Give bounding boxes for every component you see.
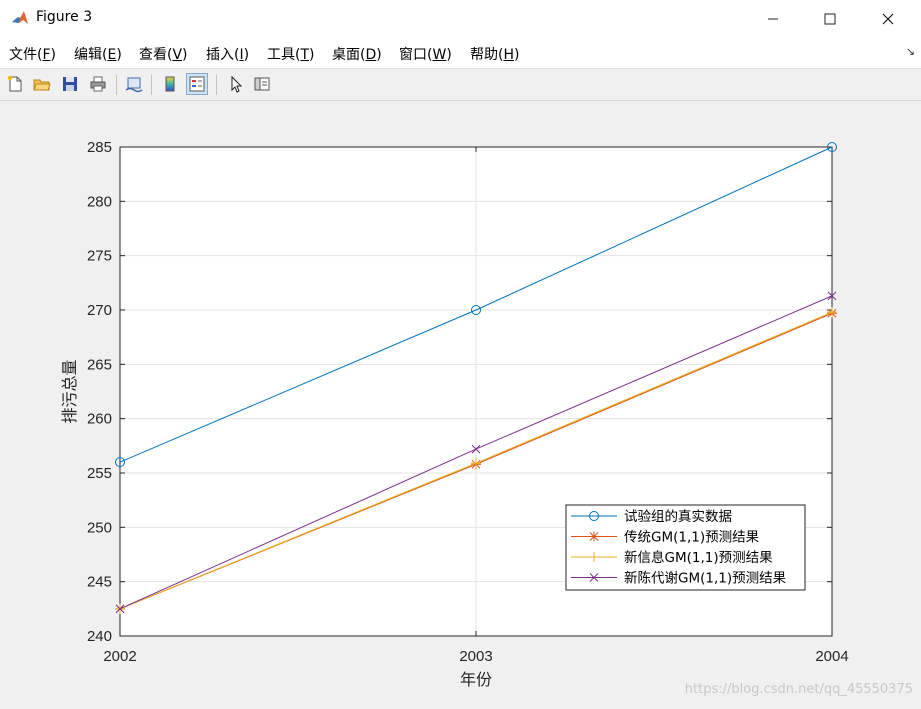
print-icon	[90, 76, 106, 92]
toolbar-separator	[151, 75, 152, 95]
maximize-button[interactable]	[807, 0, 853, 37]
legend-label: 新陈代谢GM(1,1)预测结果	[624, 570, 787, 587]
y-tick-label: 250	[87, 519, 112, 536]
legend-label: 传统GM(1,1)预测结果	[624, 530, 760, 546]
menu-edit[interactable]: 编辑(E)	[74, 44, 122, 64]
menu-bar: 文件(F) 编辑(E) 查看(V) 插入(I) 工具(T) 桌面(D) 窗口(W…	[0, 37, 921, 68]
link-plot-button[interactable]	[123, 73, 145, 95]
minimize-icon	[768, 18, 778, 19]
menu-tools[interactable]: 工具(T)	[267, 44, 315, 64]
toolbar-separator	[216, 75, 217, 95]
title-bar: Figure 3	[0, 0, 921, 37]
minimize-button[interactable]	[750, 0, 796, 37]
link-plot-icon	[125, 77, 143, 93]
y-tick-label: 275	[87, 248, 112, 265]
y-tick-label: 280	[87, 193, 112, 210]
insert-colorbar-icon	[165, 76, 175, 92]
watermark: https://blog.csdn.net/qq_45550375	[684, 682, 913, 697]
insert-colorbar-button[interactable]	[159, 73, 181, 95]
open-file-icon	[33, 79, 51, 91]
insert-legend-button[interactable]	[186, 73, 208, 95]
close-button[interactable]	[865, 0, 911, 37]
menu-view[interactable]: 查看(V)	[139, 44, 188, 64]
print-button[interactable]	[87, 73, 109, 95]
open-file-button[interactable]	[31, 73, 53, 95]
matlab-logo-icon	[11, 9, 29, 27]
new-figure-button[interactable]	[4, 73, 26, 95]
y-axis-label: 排污总量	[60, 359, 79, 423]
property-inspector-icon	[254, 77, 270, 91]
menu-insert[interactable]: 插入(I)	[206, 44, 249, 64]
y-tick-label: 270	[87, 302, 112, 319]
x-tick-label: 2004	[815, 648, 848, 665]
menu-desktop[interactable]: 桌面(D)	[332, 44, 382, 64]
edit-plot-arrow-icon	[231, 75, 243, 93]
menu-window[interactable]: 窗口(W)	[399, 44, 452, 64]
toolbar-separator	[116, 75, 117, 95]
legend-label: 试验组的真实数据	[624, 509, 732, 525]
figure-area: 240 245 250 255 260 265 270 275 280 285 2002 2003 20…	[0, 100, 921, 705]
new-figure-icon	[8, 76, 22, 92]
y-tick-label: 265	[87, 356, 112, 373]
save-icon	[63, 77, 77, 91]
y-tick-label: 285	[87, 139, 112, 156]
dock-arrow-icon[interactable]: ↘	[906, 45, 915, 58]
y-tick-label: 255	[87, 465, 112, 482]
y-tick-label: 240	[87, 628, 112, 645]
x-axis-label: 年份	[460, 670, 492, 689]
x-tick-label: 2002	[103, 648, 136, 665]
window-title: Figure 3	[36, 9, 93, 25]
close-icon	[882, 13, 894, 24]
menu-file[interactable]: 文件(F)	[9, 44, 56, 64]
line-chart[interactable]: 240 245 250 255 260 265 270 275 280 285 2002 2003 20…	[0, 100, 921, 705]
toolbar	[0, 68, 921, 101]
x-tick-label: 2003	[459, 648, 492, 665]
edit-plot-button[interactable]	[225, 73, 247, 95]
insert-legend-icon	[189, 76, 205, 92]
legend-label: 新信息GM(1,1)预测结果	[624, 549, 773, 566]
y-tick-label: 260	[87, 411, 112, 428]
menu-help[interactable]: 帮助(H)	[470, 44, 519, 64]
save-button[interactable]	[59, 73, 81, 95]
legend-marker-asterisk	[589, 531, 599, 542]
property-inspector-button[interactable]	[251, 73, 273, 95]
y-tick-label: 245	[87, 574, 112, 591]
maximize-icon	[824, 13, 836, 24]
